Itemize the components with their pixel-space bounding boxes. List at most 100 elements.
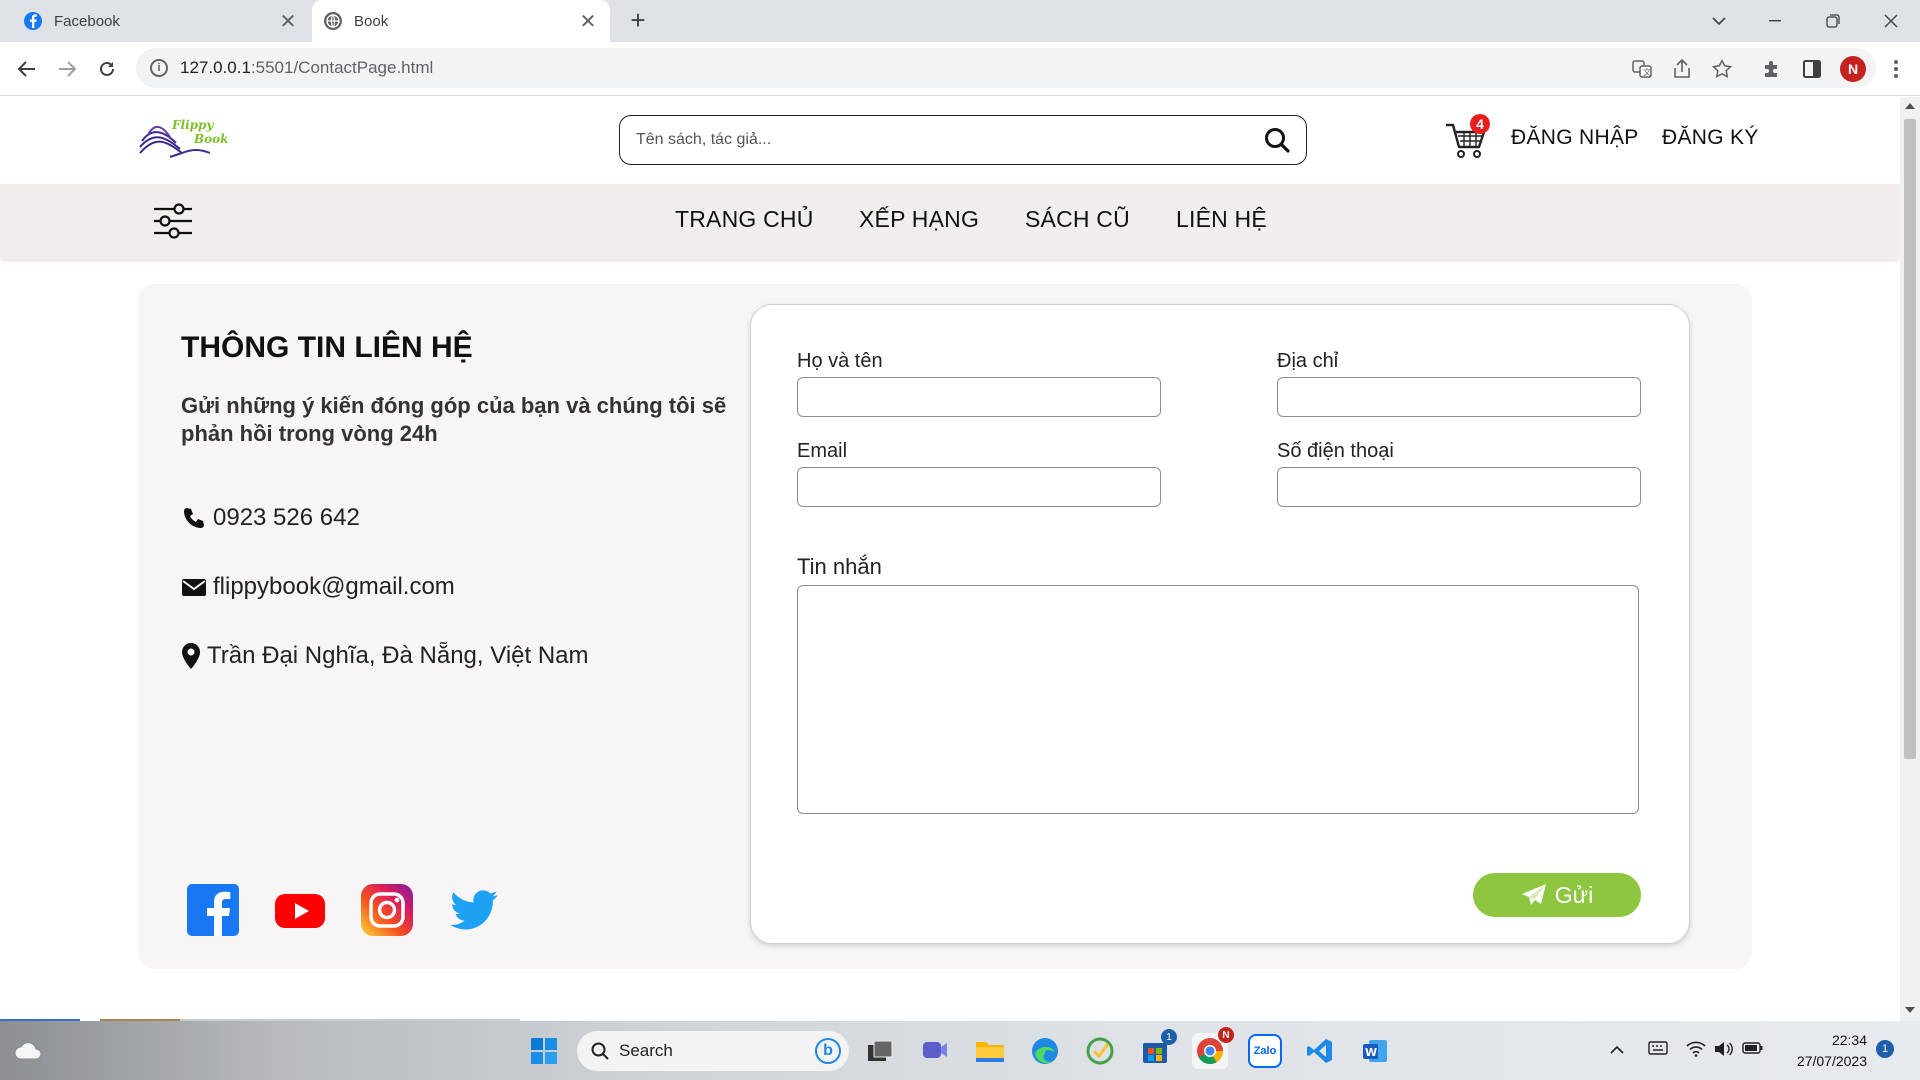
login-link[interactable]: ĐĂNG NHẬP	[1511, 126, 1639, 150]
tab-search-chevron-icon[interactable]	[1696, 0, 1742, 42]
phone-label: Số điện thoại	[1277, 440, 1394, 462]
store-badge: 1	[1161, 1029, 1177, 1045]
tab-book[interactable]: Book ✕	[312, 0, 610, 42]
windows-taskbar: Search b 1 N Zalo W 22:34 27/07/2023 1	[0, 1021, 1920, 1080]
scroll-up-icon[interactable]	[1905, 103, 1915, 109]
keyboard-icon[interactable]	[1648, 1041, 1668, 1058]
battery-icon[interactable]	[1742, 1041, 1764, 1058]
flippy-book-logo[interactable]: Flippy Book	[136, 113, 236, 159]
weather-widget-icon[interactable]	[10, 1033, 46, 1069]
url-path: :5501/ContactPage.html	[250, 58, 434, 77]
taskbar-search-label: Search	[619, 1041, 673, 1060]
name-label: Họ và tên	[797, 350, 883, 372]
tab-title: Book	[354, 12, 389, 30]
tab-close-icon[interactable]: ✕	[278, 9, 298, 34]
email-label: Email	[797, 440, 848, 462]
send-button[interactable]: Gửi	[1473, 873, 1641, 917]
contact-address: Trần Đại Nghĩa, Đà Nẵng, Việt Nam	[207, 642, 589, 669]
nav-contact[interactable]: LIÊN HỆ	[1176, 206, 1267, 233]
phone-field[interactable]	[1277, 467, 1641, 507]
map-pin-icon	[181, 643, 201, 669]
facebook-favicon-icon	[24, 12, 42, 30]
restore-icon[interactable]	[1810, 0, 1856, 42]
contact-email[interactable]: flippybook@gmail.com	[213, 573, 455, 601]
zalo-icon[interactable]: Zalo	[1247, 1033, 1283, 1069]
address-bar[interactable]: i 127.0.0.1:5501/ContactPage.html	[136, 48, 1876, 88]
scroll-thumb[interactable]	[1904, 119, 1916, 759]
translate-icon[interactable]: 文	[1628, 55, 1656, 83]
task-view-icon[interactable]	[862, 1033, 898, 1069]
contact-section: THÔNG TIN LIÊN HỆ Gửi những ý kiến đóng …	[138, 284, 1752, 969]
name-field[interactable]	[797, 377, 1161, 417]
envelope-icon	[181, 574, 207, 600]
nav-home[interactable]: TRANG CHỦ	[675, 206, 814, 233]
cart-count-badge: 4	[1470, 114, 1490, 134]
new-tab-button[interactable]: +	[624, 6, 652, 34]
address-field[interactable]	[1277, 377, 1641, 417]
vscode-icon[interactable]	[1302, 1033, 1338, 1069]
clock-date: 27/07/2023	[1796, 1053, 1867, 1069]
word-icon[interactable]: W	[1357, 1033, 1393, 1069]
search-input[interactable]	[636, 131, 1262, 149]
twitter-icon[interactable]	[448, 884, 500, 936]
tab-facebook[interactable]: Facebook ✕	[12, 0, 310, 42]
address-label: Địa chỉ	[1277, 350, 1339, 372]
side-panel-icon[interactable]	[1798, 55, 1826, 83]
phone-icon	[181, 505, 207, 531]
nav-used-books[interactable]: SÁCH CŨ	[1025, 206, 1130, 233]
browser-tabstrip: Facebook ✕ Book ✕ +	[0, 0, 1920, 42]
wifi-icon[interactable]	[1686, 1041, 1706, 1060]
contact-phone: 0923 526 642	[213, 504, 360, 531]
teams-chat-icon[interactable]	[917, 1033, 953, 1069]
contact-title: THÔNG TIN LIÊN HỆ	[181, 331, 473, 364]
browser-toolbar: i 127.0.0.1:5501/ContactPage.html 文	[0, 42, 1920, 96]
contact-phone-row: 0923 526 642	[181, 504, 360, 532]
search-icon	[591, 1042, 609, 1060]
main-navbar: TRANG CHỦ XẾP HẠNG SÁCH CŨ LIÊN HỆ	[0, 184, 1900, 259]
facebook-icon[interactable]	[187, 884, 239, 936]
register-link[interactable]: ĐĂNG KÝ	[1662, 126, 1759, 150]
site-info-icon[interactable]: i	[150, 59, 168, 77]
back-arrow-icon[interactable]	[12, 54, 42, 84]
email-field[interactable]	[797, 467, 1161, 507]
volume-icon[interactable]	[1714, 1041, 1734, 1060]
tab-close-icon[interactable]: ✕	[578, 9, 598, 34]
taskbar-clock[interactable]: 22:34 27/07/2023	[1787, 1030, 1867, 1072]
bookmark-star-icon[interactable]	[1708, 55, 1736, 83]
page-viewport: Flippy Book 4 ĐĂNG NHẬP ĐĂNG KÝ	[0, 97, 1900, 1021]
profile-avatar[interactable]: N	[1840, 56, 1866, 82]
scroll-down-icon[interactable]	[1905, 1007, 1915, 1013]
windows-start-icon[interactable]	[526, 1033, 562, 1069]
message-field[interactable]	[797, 585, 1639, 814]
youtube-icon[interactable]	[274, 884, 326, 936]
notification-count-badge[interactable]: 1	[1876, 1040, 1894, 1058]
green-app-icon[interactable]	[1082, 1033, 1118, 1069]
edge-browser-icon[interactable]	[1027, 1033, 1063, 1069]
url-host: 127.0.0.1	[180, 58, 251, 77]
window-close-icon[interactable]	[1868, 0, 1914, 42]
microsoft-store-icon[interactable]: 1	[1137, 1029, 1177, 1069]
search-icon[interactable]	[1262, 125, 1292, 155]
nav-ranking[interactable]: XẾP HẠNG	[859, 206, 979, 233]
share-icon[interactable]	[1668, 55, 1696, 83]
tray-chevron-up-icon[interactable]	[1610, 1041, 1624, 1057]
site-header: Flippy Book 4 ĐĂNG NHẬP ĐĂNG KÝ	[0, 97, 1900, 184]
filter-sliders-icon[interactable]	[152, 200, 194, 242]
instagram-icon[interactable]	[361, 884, 413, 936]
contact-address-row: Trần Đại Nghĩa, Đà Nẵng, Việt Nam	[181, 642, 589, 670]
file-explorer-icon[interactable]	[972, 1033, 1008, 1069]
extensions-puzzle-icon[interactable]	[1758, 55, 1786, 83]
contact-email-row: flippybook@gmail.com	[181, 573, 455, 601]
tab-title: Facebook	[54, 12, 120, 30]
browser-menu-icon[interactable]	[1884, 56, 1908, 82]
reload-icon[interactable]	[92, 54, 122, 84]
clock-time: 22:34	[1831, 1032, 1867, 1048]
chrome-icon[interactable]: N	[1192, 1027, 1234, 1069]
message-label: Tin nhắn	[797, 554, 882, 579]
minimize-icon[interactable]	[1752, 0, 1798, 42]
bing-icon: b	[815, 1038, 841, 1064]
page-scrollbar[interactable]	[1900, 97, 1920, 1021]
forward-arrow-icon[interactable]	[52, 54, 82, 84]
contact-form: Họ và tên Địa chỉ Email Số điện thoại Ti…	[750, 304, 1690, 944]
taskbar-search-box[interactable]: Search b	[577, 1031, 849, 1071]
